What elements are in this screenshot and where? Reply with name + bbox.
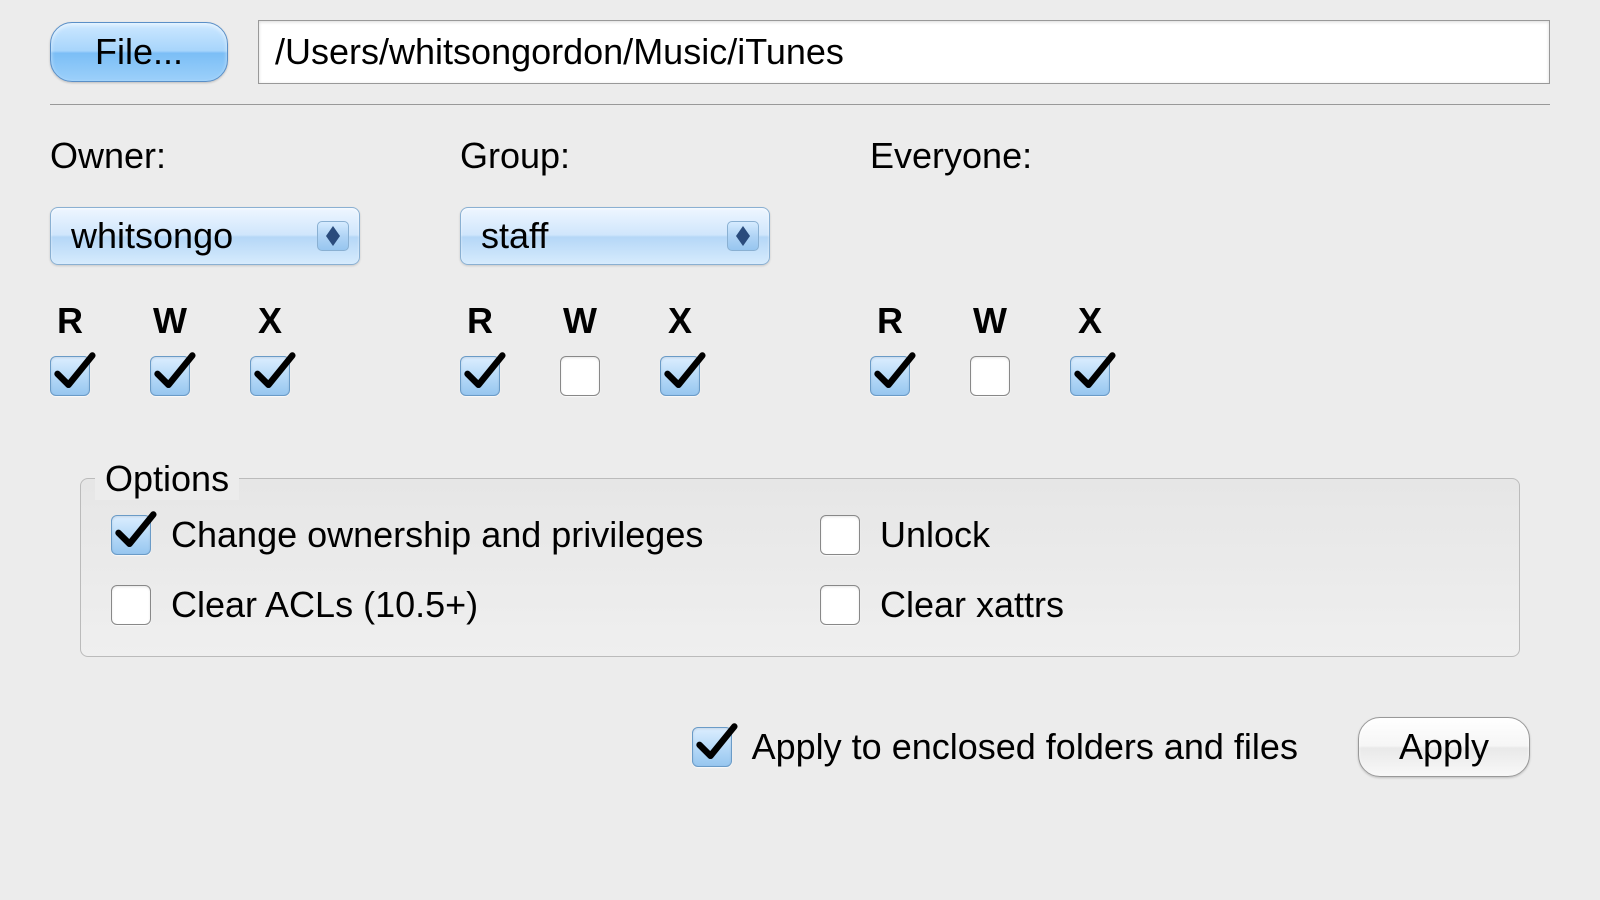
group-select[interactable]: staff (460, 207, 770, 265)
apply-enclosed-checkbox[interactable] (692, 727, 732, 767)
option-unlock: Unlock (820, 514, 1489, 556)
x-label: X (668, 300, 692, 342)
w-label: W (973, 300, 1007, 342)
clear-xattrs-label: Clear xattrs (880, 584, 1064, 626)
x-label: X (1078, 300, 1102, 342)
everyone-rwx: R W X (870, 300, 1110, 396)
clear-acls-label: Clear ACLs (10.5+) (171, 584, 478, 626)
everyone-read-checkbox[interactable] (870, 356, 910, 396)
change-ownership-label: Change ownership and privileges (171, 514, 703, 556)
file-path-input[interactable] (258, 20, 1550, 84)
apply-button[interactable]: Apply (1358, 717, 1530, 777)
everyone-label: Everyone: (870, 135, 1110, 177)
updown-arrows-icon (317, 221, 349, 251)
group-read-checkbox[interactable] (460, 356, 500, 396)
clear-acls-checkbox[interactable] (111, 585, 151, 625)
everyone-select-placeholder (870, 207, 1110, 265)
option-change-ownership: Change ownership and privileges (111, 514, 780, 556)
options-legend: Options (95, 458, 239, 500)
bottom-row: Apply to enclosed folders and files Appl… (50, 717, 1550, 777)
permissions-columns: Owner: whitsongo R W X Group: staff (50, 135, 1550, 396)
options-group: Options Change ownership and privileges … (80, 436, 1520, 657)
clear-xattrs-checkbox[interactable] (820, 585, 860, 625)
group-column: Group: staff R W X (460, 135, 770, 396)
r-label: R (57, 300, 83, 342)
group-write-checkbox[interactable] (560, 356, 600, 396)
owner-execute-checkbox[interactable] (250, 356, 290, 396)
everyone-column: Everyone: R W X (870, 135, 1110, 396)
everyone-execute-checkbox[interactable] (1070, 356, 1110, 396)
everyone-write-checkbox[interactable] (970, 356, 1010, 396)
group-execute-checkbox[interactable] (660, 356, 700, 396)
owner-write-checkbox[interactable] (150, 356, 190, 396)
group-rwx: R W X (460, 300, 770, 396)
owner-rwx: R W X (50, 300, 360, 396)
apply-enclosed-option: Apply to enclosed folders and files (692, 726, 1298, 768)
w-label: W (563, 300, 597, 342)
owner-label: Owner: (50, 135, 360, 177)
option-clear-xattrs: Clear xattrs (820, 584, 1489, 626)
owner-select-value: whitsongo (71, 215, 233, 257)
option-clear-acls: Clear ACLs (10.5+) (111, 584, 780, 626)
change-ownership-checkbox[interactable] (111, 515, 151, 555)
updown-arrows-icon (727, 221, 759, 251)
group-select-value: staff (481, 215, 548, 257)
apply-enclosed-label: Apply to enclosed folders and files (752, 726, 1298, 768)
unlock-checkbox[interactable] (820, 515, 860, 555)
options-box: Change ownership and privileges Unlock C… (80, 478, 1520, 657)
owner-column: Owner: whitsongo R W X (50, 135, 360, 396)
owner-select[interactable]: whitsongo (50, 207, 360, 265)
owner-read-checkbox[interactable] (50, 356, 90, 396)
w-label: W (153, 300, 187, 342)
r-label: R (467, 300, 493, 342)
unlock-label: Unlock (880, 514, 990, 556)
permissions-panel: File... Owner: whitsongo R W X Group: (0, 0, 1600, 797)
file-row: File... (50, 20, 1550, 84)
r-label: R (877, 300, 903, 342)
x-label: X (258, 300, 282, 342)
divider (50, 104, 1550, 105)
group-label: Group: (460, 135, 770, 177)
file-button[interactable]: File... (50, 22, 228, 82)
